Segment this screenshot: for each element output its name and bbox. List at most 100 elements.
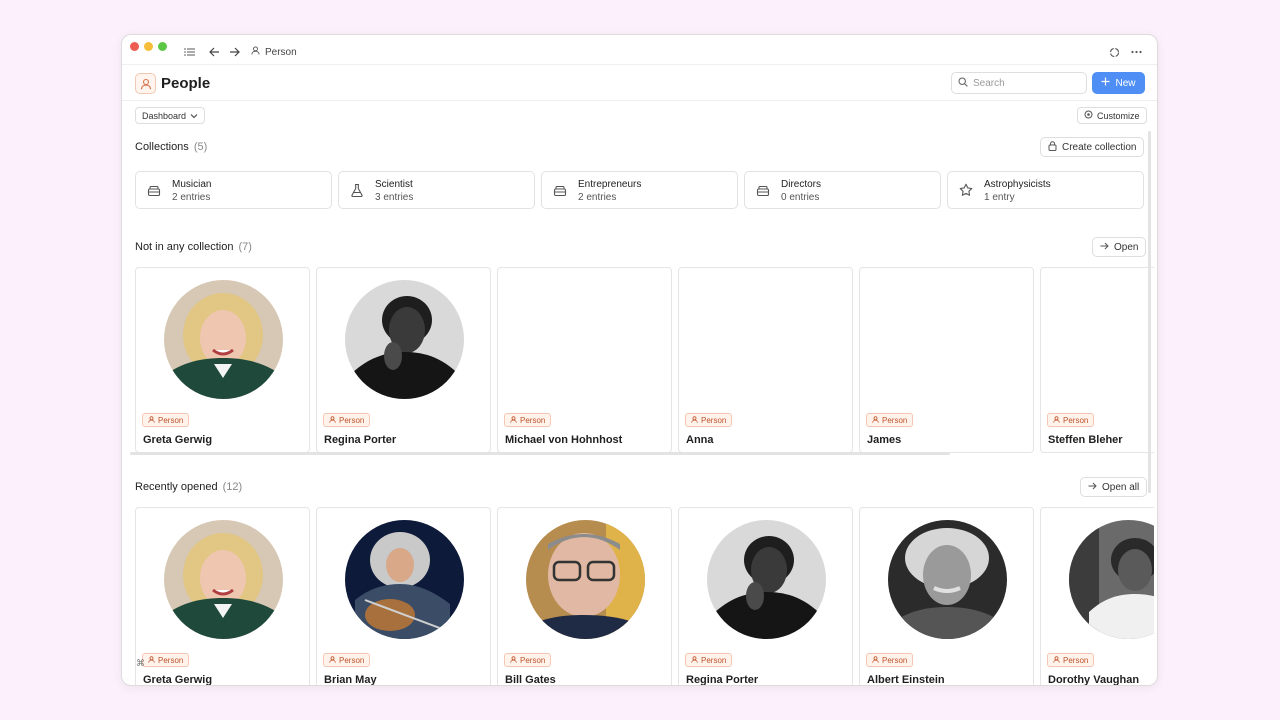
person-badge: Person — [1047, 413, 1095, 427]
search-icon — [958, 74, 968, 92]
avatar-photo — [164, 520, 283, 639]
person-card[interactable]: Person Steffen Bleher — [1040, 267, 1154, 453]
person-badge: Person — [685, 653, 733, 667]
sidebar-toggle-icon[interactable] — [182, 45, 196, 59]
person-badge: Person — [866, 653, 914, 667]
collection-entries: 3 entries — [375, 192, 414, 203]
customize-button[interactable]: Customize — [1077, 107, 1147, 124]
horizontal-scrollbar[interactable] — [130, 452, 950, 455]
person-name: Michael von Hohnhost — [505, 434, 623, 446]
search-input[interactable] — [973, 77, 1073, 89]
collection-name: Astrophysicists — [984, 179, 1051, 190]
view-selector-label: Dashboard — [142, 110, 187, 121]
badge-label: Person — [1063, 655, 1089, 665]
open-button[interactable]: Open — [1092, 237, 1147, 257]
new-button[interactable]: New — [1092, 72, 1145, 94]
create-collection-button[interactable]: Create collection — [1040, 137, 1145, 157]
person-card[interactable]: Person Bill Gates — [497, 507, 672, 686]
open-all-button[interactable]: Open all — [1080, 477, 1148, 497]
avatar-photo — [164, 280, 283, 399]
badge-label: Person — [520, 415, 546, 425]
recently-opened-row: Person Greta Gerwig Person Brian May Per… — [135, 507, 1154, 686]
back-arrow-icon[interactable] — [207, 45, 221, 59]
person-icon — [251, 46, 260, 58]
arrow-right-icon — [1088, 482, 1097, 493]
forward-arrow-icon[interactable] — [227, 45, 241, 59]
person-icon — [1053, 655, 1060, 665]
command-key-icon[interactable]: ⌘ — [136, 658, 145, 669]
people-page-icon — [135, 73, 156, 94]
breadcrumb-label: Person — [265, 46, 297, 58]
person-card[interactable]: Person James — [859, 267, 1034, 453]
collection-card-astrophysicists[interactable]: Astrophysicists 1 entry — [947, 171, 1144, 209]
collection-entries: 2 entries — [578, 192, 617, 203]
collection-card-musician[interactable]: Musician 2 entries — [135, 171, 332, 209]
gear-icon — [1084, 110, 1093, 121]
maximize-window-button[interactable] — [158, 42, 167, 51]
chevron-down-icon — [190, 111, 198, 121]
person-badge: Person — [504, 413, 552, 427]
recently-opened-title: Recently opened — [135, 481, 218, 493]
person-badge: Person — [323, 653, 371, 667]
collection-card-entrepreneurs[interactable]: Entrepreneurs 2 entries — [541, 171, 738, 209]
avatar-photo — [345, 520, 464, 639]
badge-label: Person — [701, 655, 727, 665]
badge-label: Person — [1063, 415, 1089, 425]
collection-name: Musician — [172, 179, 212, 190]
minimize-window-button[interactable] — [144, 42, 153, 51]
person-card[interactable]: Person Michael von Hohnhost — [497, 267, 672, 453]
person-card[interactable]: Person Regina Porter — [316, 267, 491, 453]
badge-label: Person — [882, 415, 908, 425]
more-options-icon[interactable] — [1129, 45, 1143, 59]
person-card[interactable]: Person Albert Einstein — [859, 507, 1034, 686]
person-card[interactable]: Person Anna — [678, 267, 853, 453]
person-card[interactable]: Person Brian May — [316, 507, 491, 685]
collections-title: Collections — [135, 141, 189, 153]
collection-card-scientist[interactable]: Scientist 3 entries — [338, 171, 535, 209]
person-name: Bill Gates — [505, 674, 556, 686]
person-icon — [872, 655, 879, 665]
person-icon — [510, 415, 517, 425]
person-card[interactable]: Person Regina Porter — [678, 507, 853, 686]
collection-name: Entrepreneurs — [578, 179, 642, 190]
badge-label: Person — [158, 655, 184, 665]
person-icon — [691, 655, 698, 665]
person-name: Greta Gerwig — [143, 674, 213, 686]
person-name: Albert Einstein — [867, 674, 945, 686]
person-card[interactable]: Person Dorothy Vaughan — [1040, 507, 1154, 685]
create-collection-label: Create collection — [1062, 141, 1137, 153]
person-card[interactable]: Person Greta Gerwig — [135, 507, 310, 686]
star-icon — [959, 183, 973, 197]
collection-card-directors[interactable]: Directors 0 entries — [744, 171, 941, 209]
vertical-scrollbar[interactable] — [1148, 131, 1151, 493]
person-icon — [1053, 415, 1060, 425]
collection-entries: 0 entries — [781, 192, 820, 203]
not-in-collection-section-title: Not in any collection (7) — [135, 241, 252, 253]
person-badge: Person — [323, 413, 371, 427]
person-badge: Person — [504, 653, 552, 667]
new-button-label: New — [1115, 77, 1136, 89]
search-box[interactable] — [951, 72, 1087, 94]
person-icon — [510, 655, 517, 665]
person-badge: Person — [685, 413, 733, 427]
collection-name: Scientist — [375, 179, 413, 190]
avatar-photo — [1069, 520, 1154, 639]
recently-opened-count: (12) — [222, 481, 243, 493]
person-card[interactable]: Person Greta Gerwig — [135, 267, 310, 453]
lock-icon — [1048, 140, 1057, 154]
badge-label: Person — [339, 655, 365, 665]
recently-opened-section-title: Recently opened (12) — [135, 481, 242, 493]
badge-label: Person — [520, 655, 546, 665]
person-badge: Person — [142, 413, 190, 427]
badge-label: Person — [882, 655, 908, 665]
view-selector-dropdown[interactable]: Dashboard — [135, 107, 206, 124]
breadcrumb[interactable]: Person — [251, 46, 297, 58]
person-icon — [148, 415, 155, 425]
collections-count: (5) — [193, 141, 208, 153]
person-name: Regina Porter — [686, 674, 759, 686]
page-title: People — [161, 75, 211, 92]
close-window-button[interactable] — [130, 42, 139, 51]
sync-icon[interactable] — [1107, 45, 1121, 59]
person-name: Anna — [686, 434, 714, 446]
flask-icon — [350, 183, 364, 198]
